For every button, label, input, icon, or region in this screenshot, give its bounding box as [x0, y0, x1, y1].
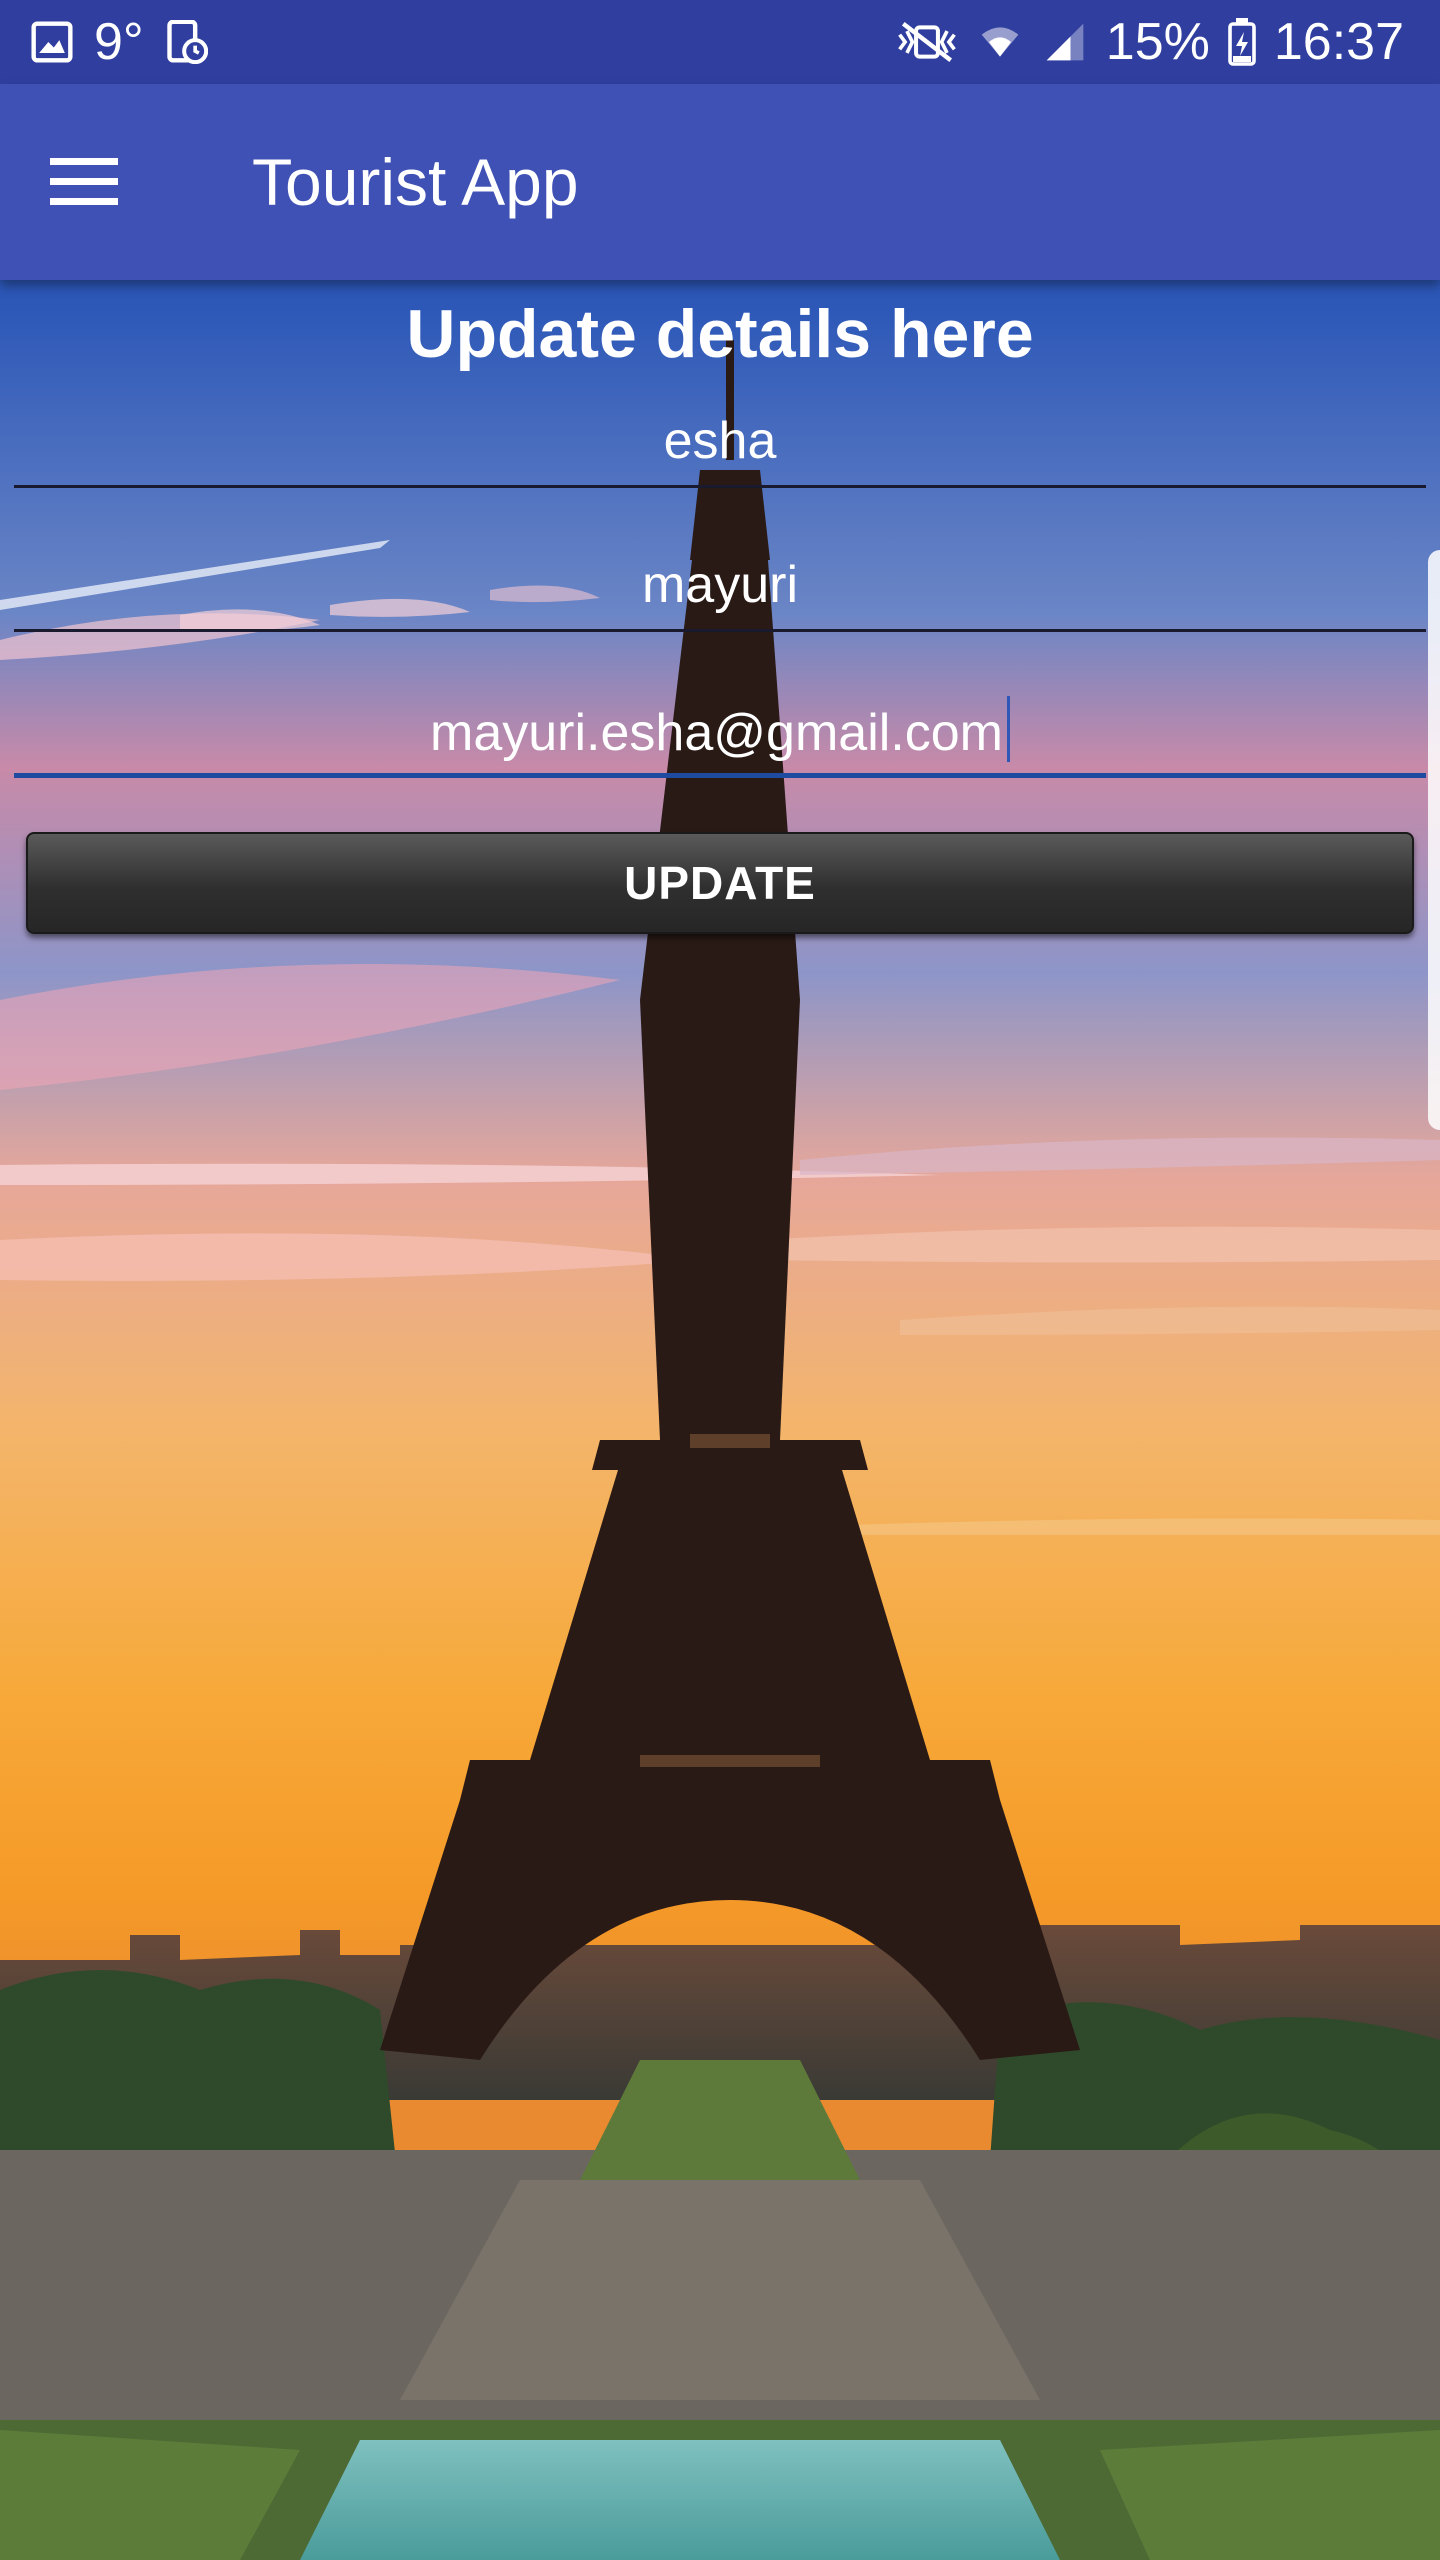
vibrate-mute-icon — [896, 20, 958, 64]
clock: 16:37 — [1273, 13, 1404, 71]
edge-panel-handle[interactable] — [1428, 550, 1440, 1130]
last-name-field[interactable]: mayuri — [14, 554, 1426, 632]
battery-percent: 15% — [1105, 13, 1210, 71]
battery-icon — [1228, 18, 1256, 66]
first-name-underline — [14, 485, 1426, 488]
signal-icon — [1042, 20, 1088, 64]
last-name-value: mayuri — [641, 556, 799, 614]
email-underline — [14, 773, 1426, 778]
status-bar: 9° 15% 16:37 — [0, 0, 1440, 84]
last-name-underline — [14, 629, 1426, 632]
hamburger-menu-icon[interactable] — [40, 138, 128, 226]
screen: 9° 15% 16:37 Tourist App Update details … — [0, 0, 1440, 2560]
eiffel-tower-background-image — [0, 0, 1440, 2560]
status-left: 9° — [30, 16, 208, 68]
status-right: 15% 16:37 — [896, 16, 1404, 68]
first-name-value: esha — [663, 412, 777, 470]
update-button[interactable]: UPDATE — [26, 832, 1414, 934]
email-value: mayuri.esha@gmail.com — [430, 704, 1003, 762]
app-bar: Tourist App — [0, 84, 1440, 280]
email-field[interactable]: mayuri.esha@gmail.com — [14, 696, 1426, 778]
temperature: 9° — [94, 13, 144, 71]
gallery-icon — [30, 20, 74, 64]
wifi-icon — [976, 20, 1024, 64]
form-heading: Update details here — [406, 296, 1034, 372]
screenshot-schedule-icon — [164, 20, 208, 64]
first-name-field[interactable]: esha — [14, 410, 1426, 488]
text-cursor — [1006, 696, 1010, 762]
app-title: Tourist App — [252, 145, 579, 219]
